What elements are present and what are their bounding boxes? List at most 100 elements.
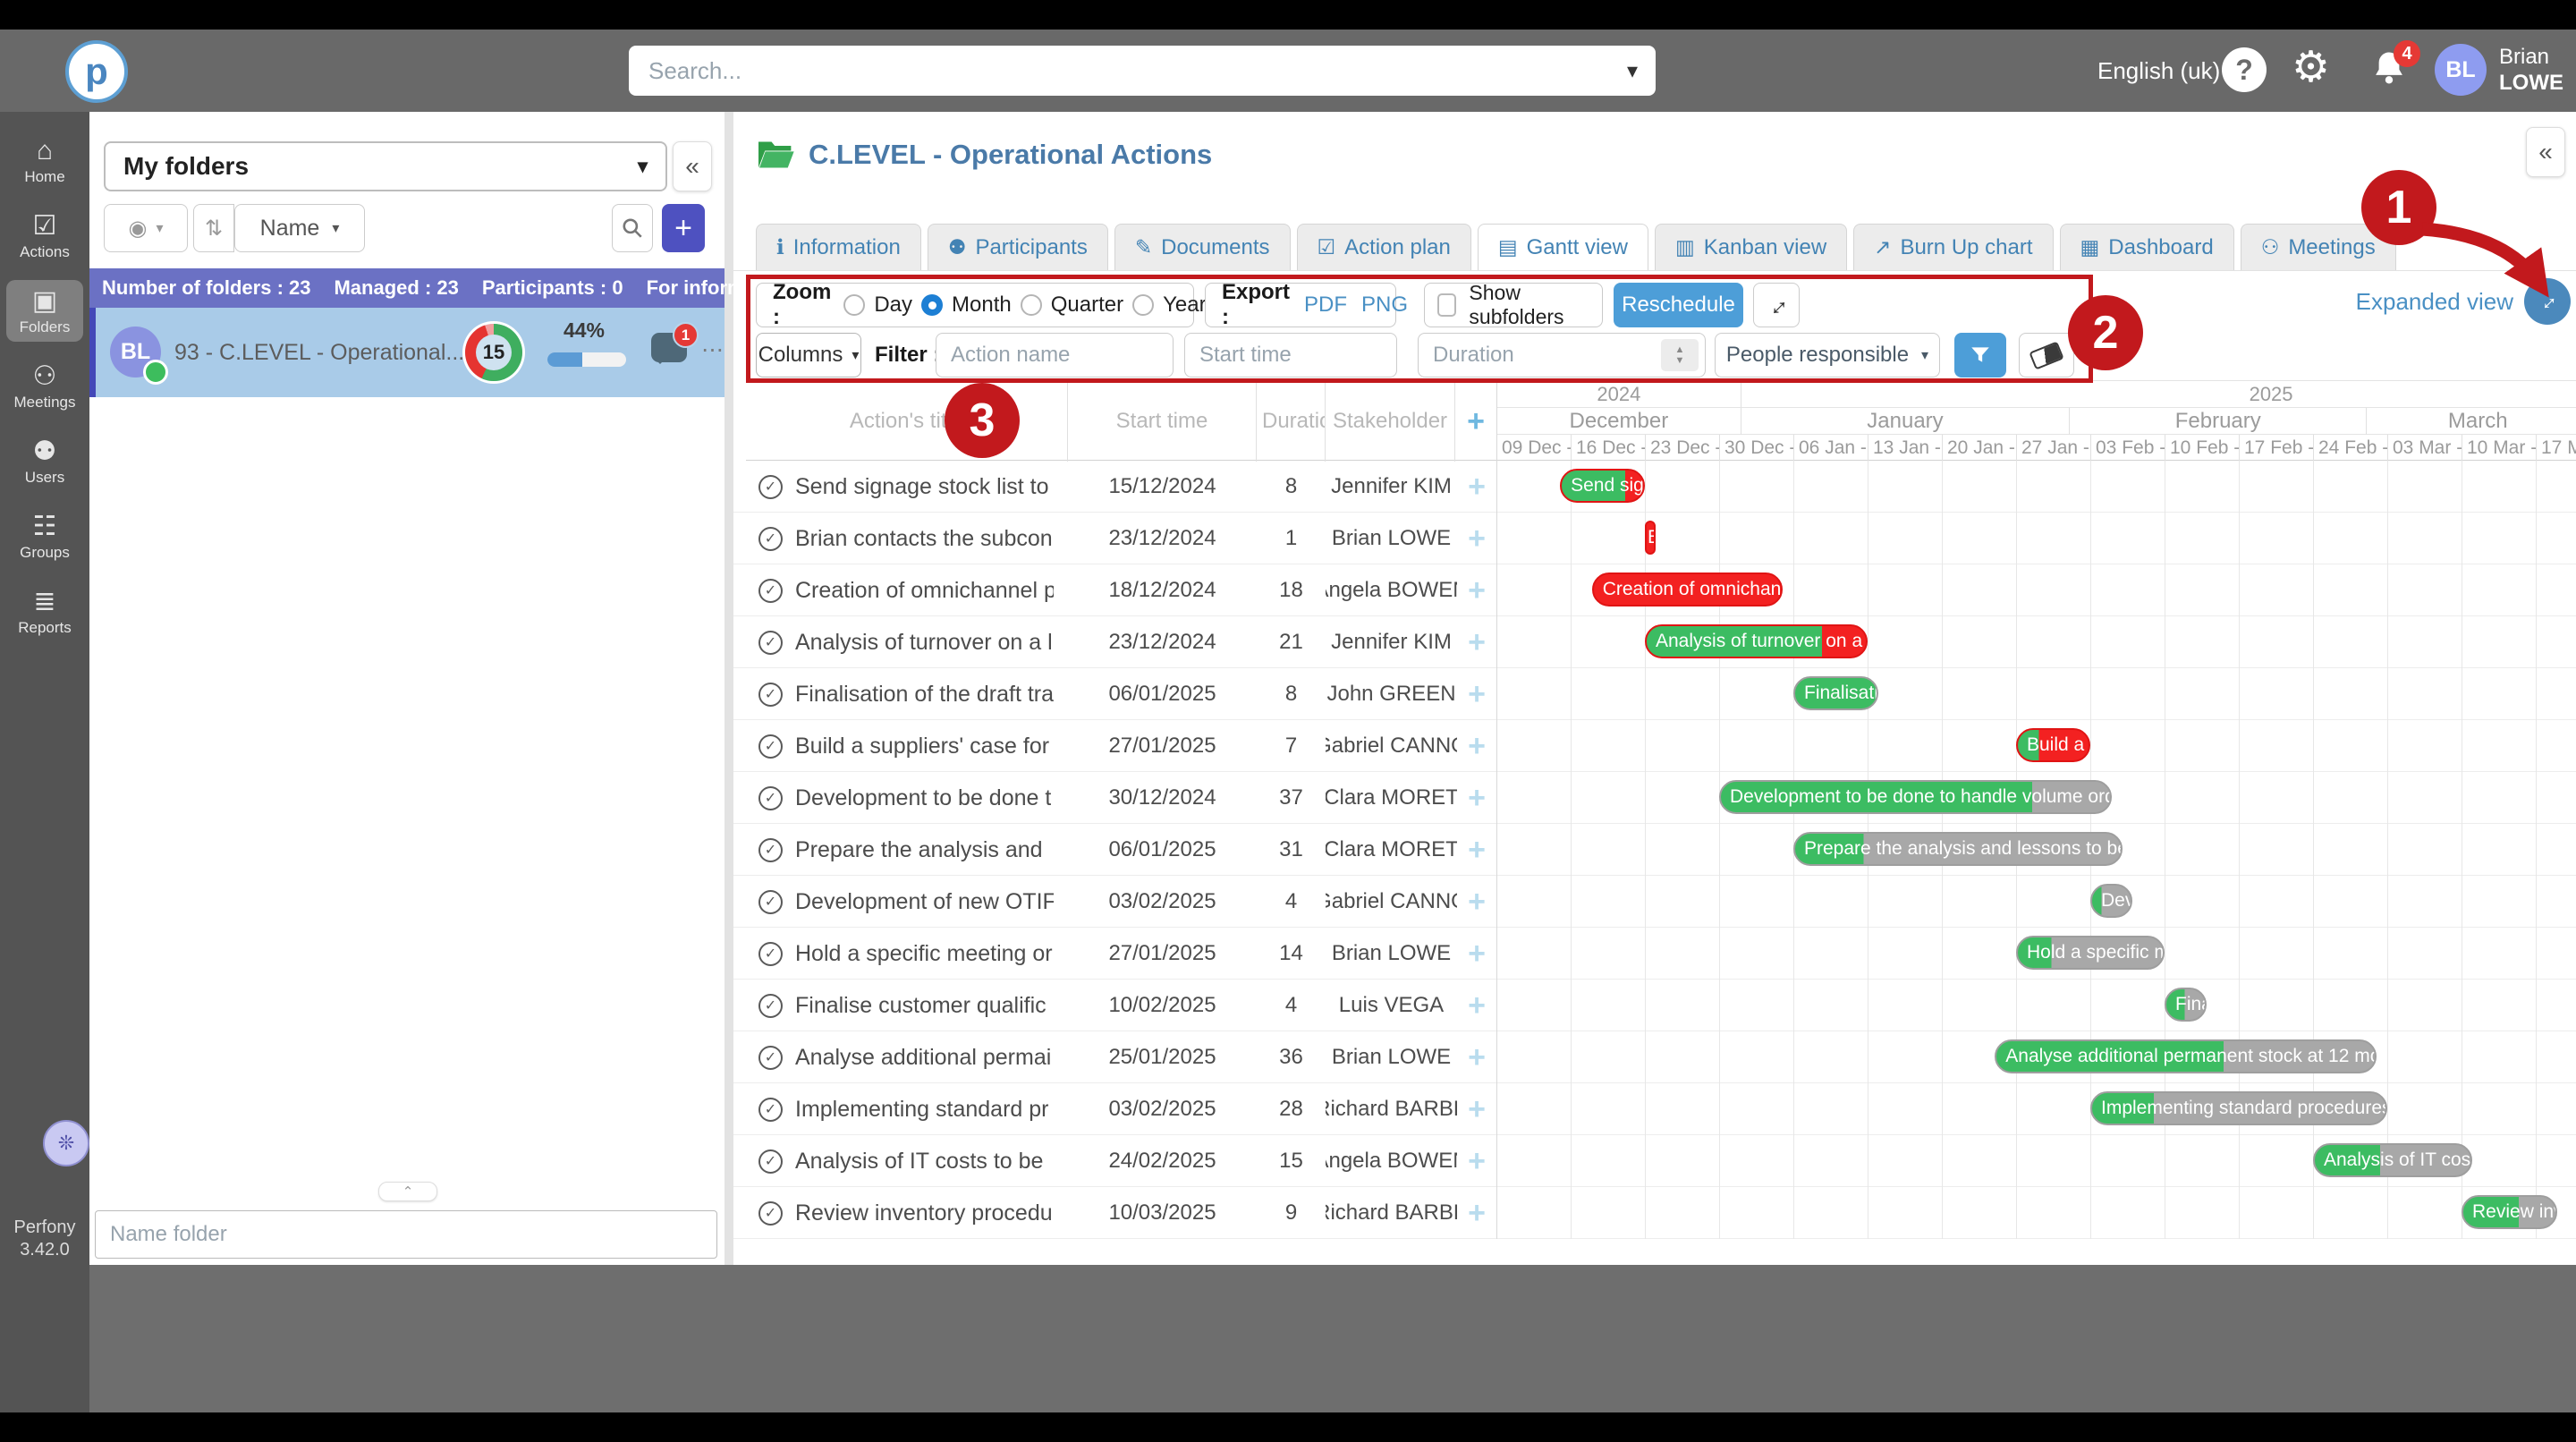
timeline-week: 17 Mar - (2536, 435, 2576, 462)
table-row[interactable]: ✓Send signage stock list to15/12/20248Je… (733, 461, 2576, 513)
sidebar-item-folders[interactable]: ▣Folders (6, 280, 83, 342)
tab-dashboard[interactable]: ▦Dashboard (2060, 224, 2234, 271)
column-header-title[interactable]: Action's title (746, 381, 1068, 462)
gantt-bar[interactable]: Development to be done to handle volume … (1719, 780, 2112, 814)
folder-scope-select[interactable]: My folders ▾ (104, 141, 667, 191)
check-circle-icon: ✓ (758, 1149, 783, 1174)
row-duration-cell: 36 (1257, 1031, 1326, 1083)
column-header-start[interactable]: Start time (1068, 381, 1257, 462)
collapse-handle[interactable]: ⌃ (378, 1182, 437, 1201)
gantt-bar[interactable]: Prepare the analysis and lessons to be l… (1793, 832, 2123, 866)
perfony-logo-icon[interactable]: p (65, 40, 128, 103)
row-add-icon[interactable]: + (1457, 668, 1496, 720)
sidebar-item-groups[interactable]: ☷Groups (6, 505, 83, 567)
gantt-bar[interactable]: Analysis of IT costs (2313, 1143, 2472, 1177)
gantt-bar[interactable]: Analysis of turnover on a like (1645, 624, 1868, 658)
search-caret-icon[interactable]: ▾ (1627, 58, 1638, 84)
row-add-icon[interactable]: + (1457, 461, 1496, 513)
row-duration-cell: 1 (1257, 513, 1326, 564)
row-add-icon[interactable]: + (1457, 513, 1496, 564)
user-avatar[interactable]: BL (2435, 44, 2487, 96)
add-folder-button[interactable]: + (662, 204, 705, 252)
sidebar-item-actions[interactable]: ☑Actions (6, 205, 83, 267)
gantt-bar[interactable]: Build a suppliers' case for (2016, 728, 2090, 762)
gantt-bar[interactable]: Review inventory procedu (2462, 1195, 2557, 1229)
tab-documents[interactable]: ✎Documents (1114, 224, 1291, 271)
tab-burn-up-chart[interactable]: ↗Burn Up chart (1853, 224, 2053, 271)
table-row[interactable]: ✓Prepare the analysis and06/01/202531Cla… (733, 824, 2576, 876)
column-header-stakeholder[interactable]: Stakeholder (1326, 381, 1455, 462)
gear-icon[interactable]: ⚙ (2292, 42, 2330, 92)
tab-label: Gantt view (1527, 235, 1628, 260)
table-row[interactable]: ✓Finalisation of the draft tra06/01/2025… (733, 668, 2576, 720)
sidebar-item-users[interactable]: ⚉Users (6, 430, 83, 492)
sidebar-item-label: Users (25, 469, 64, 487)
gantt-bar[interactable]: Implementing standard procedures in (2090, 1091, 2387, 1125)
row-add-icon[interactable]: + (1457, 1135, 1496, 1187)
sidebar-item-meetings[interactable]: ⚇Meetings (6, 355, 83, 417)
action-title: Analysis of IT costs to be (795, 1149, 1043, 1175)
table-row[interactable]: ✓Build a suppliers' case for27/01/20257G… (733, 720, 2576, 772)
language-selector[interactable]: English (uk) (2097, 55, 2220, 87)
table-row[interactable]: ✓Analysis of IT costs to be24/02/202515A… (733, 1135, 2576, 1187)
row-add-icon[interactable]: + (1457, 928, 1496, 980)
row-start-cell: 03/02/2025 (1068, 1083, 1257, 1135)
gantt-bar[interactable]: Creation of omnichannel p (1592, 573, 1783, 606)
app-window: p ▾ English (uk) ? ⚙ 4 BL Brian LOWE ⌂Ho… (0, 0, 2576, 1442)
tab-kanban-view[interactable]: ▥Kanban view (1655, 224, 1847, 271)
assistant-icon[interactable]: ❊ (43, 1120, 89, 1166)
gantt-bar[interactable]: Finalise customer qualific (2165, 988, 2207, 1022)
gantt-bar[interactable]: Finalisation of the draft tra (1793, 676, 1878, 710)
gantt-bar[interactable]: Hold a specific meeting or (2016, 936, 2165, 970)
visibility-filter-button[interactable]: ◉ ▾ (104, 204, 188, 252)
progress-percent: 44% (541, 318, 627, 343)
tab-information[interactable]: ℹInformation (756, 224, 921, 271)
row-add-icon[interactable]: + (1457, 772, 1496, 824)
chevron-down-icon: ▾ (156, 219, 163, 237)
tab-action-plan[interactable]: ☑Action plan (1297, 224, 1471, 271)
row-add-icon[interactable]: + (1457, 1187, 1496, 1239)
gantt-bar[interactable]: Development of new OTIF (2090, 884, 2132, 918)
folder-list-item[interactable]: BL 93 - C.LEVEL - Operational... 15 44% … (89, 308, 724, 397)
row-start-cell: 27/01/2025 (1068, 720, 1257, 772)
row-stakeholder-cell: Gabriel CANNO (1326, 720, 1457, 772)
row-add-icon[interactable]: + (1457, 1031, 1496, 1083)
name-folder-input[interactable] (95, 1210, 717, 1259)
sort-field-select[interactable]: Name ▾ (234, 204, 365, 252)
collapse-main-button[interactable]: « (2526, 127, 2565, 177)
sort-button[interactable]: ⇅ (193, 204, 234, 252)
row-stakeholder-cell: John GREEN (1326, 668, 1457, 720)
user-name[interactable]: Brian LOWE (2499, 44, 2563, 96)
row-add-icon[interactable]: + (1457, 1083, 1496, 1135)
row-add-icon[interactable]: + (1457, 720, 1496, 772)
column-header-duration[interactable]: Duration (1257, 381, 1326, 462)
search-input[interactable] (629, 46, 1656, 96)
chevron-down-icon: ▾ (638, 155, 648, 178)
gantt-bar[interactable]: Send signage stock list to (1560, 469, 1645, 503)
row-title-cell: ✓Finalise customer qualific (758, 980, 1054, 1031)
meetings-icon: ⚇ (33, 362, 57, 391)
table-row[interactable]: ✓Review inventory procedu10/03/20259Rich… (733, 1187, 2576, 1239)
collapse-folder-panel-button[interactable]: « (673, 141, 712, 191)
table-row[interactable]: ✓Finalise customer qualific10/02/20254Lu… (733, 980, 2576, 1031)
folder-more-icon[interactable]: ⋯ (701, 336, 725, 363)
table-row[interactable]: ✓Development of new OTIF03/02/20254Gabri… (733, 876, 2576, 928)
row-title-cell: ✓Analysis of turnover on a l (758, 616, 1054, 668)
sidebar-item-reports[interactable]: ≣Reports (6, 581, 83, 642)
row-add-icon[interactable]: + (1457, 824, 1496, 876)
search-folders-button[interactable] (612, 204, 653, 252)
row-add-icon[interactable]: + (1457, 876, 1496, 928)
add-column-icon[interactable]: + (1455, 381, 1496, 462)
table-row[interactable]: ✓Hold a specific meeting or27/01/202514B… (733, 928, 2576, 980)
table-row[interactable]: ✓Development to be done t30/12/202437Cla… (733, 772, 2576, 824)
tab-gantt-view[interactable]: ▤Gantt view (1478, 224, 1648, 271)
gantt-bar[interactable]: Brian contacts the subcon (1645, 521, 1656, 555)
help-icon[interactable]: ? (2222, 47, 2267, 92)
row-add-icon[interactable]: + (1457, 564, 1496, 616)
action-title: Review inventory procedu (795, 1200, 1053, 1226)
sidebar-item-home[interactable]: ⌂Home (6, 130, 83, 191)
tab-participants[interactable]: ⚉Participants (928, 224, 1108, 271)
gantt-bar[interactable]: Analyse additional permanent stock at 12… (1995, 1039, 2377, 1073)
row-add-icon[interactable]: + (1457, 616, 1496, 668)
row-add-icon[interactable]: + (1457, 980, 1496, 1031)
